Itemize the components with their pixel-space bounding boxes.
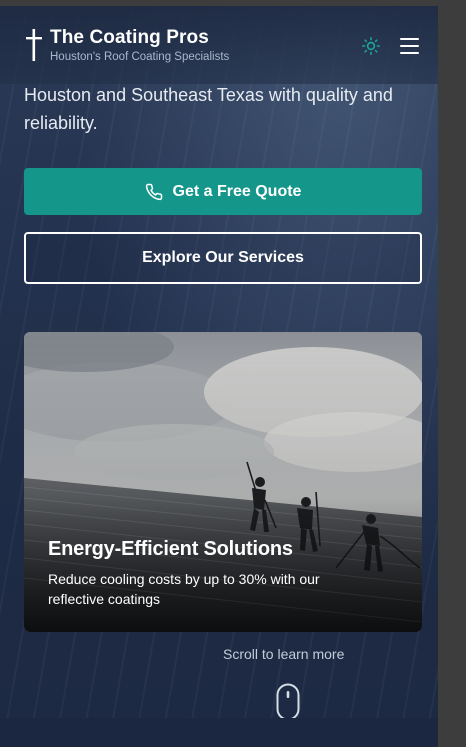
browser-side-panel [438, 0, 466, 747]
phone-icon [145, 183, 162, 200]
cross-icon[interactable] [24, 28, 44, 62]
feature-description: Reduce cooling costs by up to 30% with o… [48, 571, 320, 607]
sun-icon[interactable] [362, 37, 380, 55]
page-viewport: The Coating Pros Houston's Roof Coating … [0, 6, 438, 747]
hero-description: Houston and Southeast Texas with quality… [24, 85, 393, 133]
brand-tagline: Houston's Roof Coating Specialists [50, 51, 230, 63]
brand-name[interactable]: The Coating Pros [50, 27, 209, 49]
get-free-quote-button[interactable]: Get a Free Quote [24, 168, 422, 215]
feature-card[interactable]: Energy-Efficient Solutions Reduce coolin… [24, 332, 422, 632]
get-free-quote-label: Get a Free Quote [172, 182, 302, 200]
next-section-edge [0, 718, 438, 747]
mouse-scroll-icon[interactable] [276, 683, 300, 721]
explore-services-label: Explore Our Services [142, 249, 304, 266]
feature-title: Energy-Efficient Solutions [48, 538, 293, 560]
scroll-hint-label: Scroll to learn more [223, 646, 345, 662]
explore-services-button[interactable]: Explore Our Services [24, 232, 422, 284]
site-header: The Coating Pros Houston's Roof Coating … [0, 6, 438, 84]
hamburger-menu-icon[interactable] [400, 38, 419, 54]
